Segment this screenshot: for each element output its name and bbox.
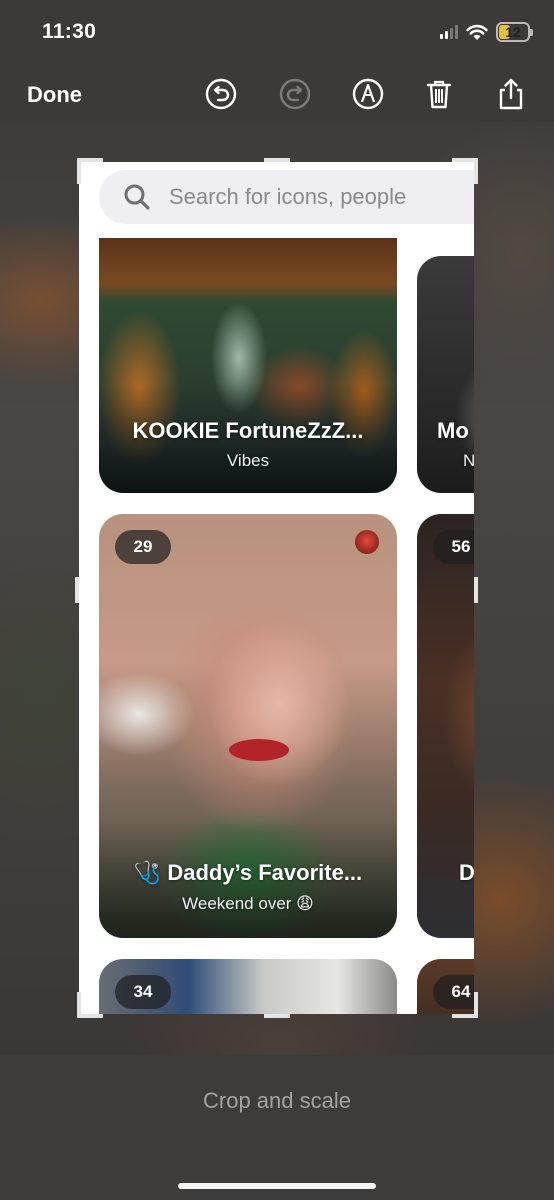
member-count-badge: 34: [115, 975, 171, 1009]
card-subtitle: Weekend over 😩: [182, 894, 314, 913]
status-indicators: 12: [440, 22, 533, 42]
crop-handle-bottom[interactable]: [264, 1014, 290, 1018]
search-icon: [124, 184, 150, 210]
trash-icon[interactable]: [422, 77, 456, 111]
status-time: 11:30: [42, 20, 97, 43]
cellular-signal-icon: [440, 25, 458, 39]
wifi-icon: [466, 24, 488, 40]
crop-and-scale-label: Crop and scale: [203, 1088, 351, 1113]
group-card[interactable]: 64: [417, 959, 474, 1014]
member-count-badge: 64: [433, 975, 474, 1009]
card-title-text: Daddy’s Favorite...: [167, 860, 363, 885]
crop-handle-top[interactable]: [264, 158, 290, 162]
share-icon[interactable]: [494, 77, 528, 111]
crop-handle-bottom-right[interactable]: [474, 992, 478, 1018]
redo-icon[interactable]: [278, 77, 312, 111]
crop-handle-top-right[interactable]: [474, 158, 478, 184]
battery-icon: 12: [496, 22, 533, 42]
card-subtitle: Vibes: [226, 451, 270, 470]
group-card[interactable]: Mo N: [417, 256, 474, 493]
group-card[interactable]: 29 🩺 Daddy’s Favorite... Weekend over 😩: [99, 514, 397, 938]
group-card[interactable]: 34: [99, 959, 397, 1014]
crop-handle-right[interactable]: [474, 577, 478, 603]
search-placeholder: Search for icons, people: [169, 184, 407, 209]
card-title: Mo: [437, 418, 469, 443]
undo-icon[interactable]: [204, 77, 238, 111]
card-title: 🩺 Daddy’s Favorite...: [99, 860, 397, 886]
done-button[interactable]: Done: [27, 82, 82, 108]
card-title: D: [459, 860, 474, 885]
card-subtitle: N: [463, 451, 474, 470]
verified-badge-icon: [355, 530, 379, 554]
crop-handle-bottom-left[interactable]: [77, 992, 81, 1018]
battery-level: 12: [505, 24, 521, 40]
home-indicator[interactable]: [178, 1183, 376, 1189]
crop-handle-top-left[interactable]: [77, 158, 81, 184]
group-card[interactable]: 56 D: [417, 514, 474, 938]
crop-handle-left[interactable]: [75, 577, 79, 603]
search-input[interactable]: Search for icons, people: [99, 170, 474, 224]
lips-shape: [229, 739, 289, 761]
member-count-badge: 56: [433, 530, 474, 564]
stethoscope-icon: 🩺: [133, 860, 162, 885]
bottom-panel: [0, 1055, 554, 1200]
markup-icon[interactable]: [351, 77, 385, 111]
card-title: KOOKIE FortuneZzZ...: [132, 418, 364, 443]
member-count-badge: 29: [115, 530, 171, 564]
group-card[interactable]: KOOKIE FortuneZzZ... Vibes: [99, 238, 397, 493]
top-bar: [0, 0, 554, 122]
crop-area[interactable]: Search for icons, people KOOKIE FortuneZ…: [79, 162, 474, 1014]
